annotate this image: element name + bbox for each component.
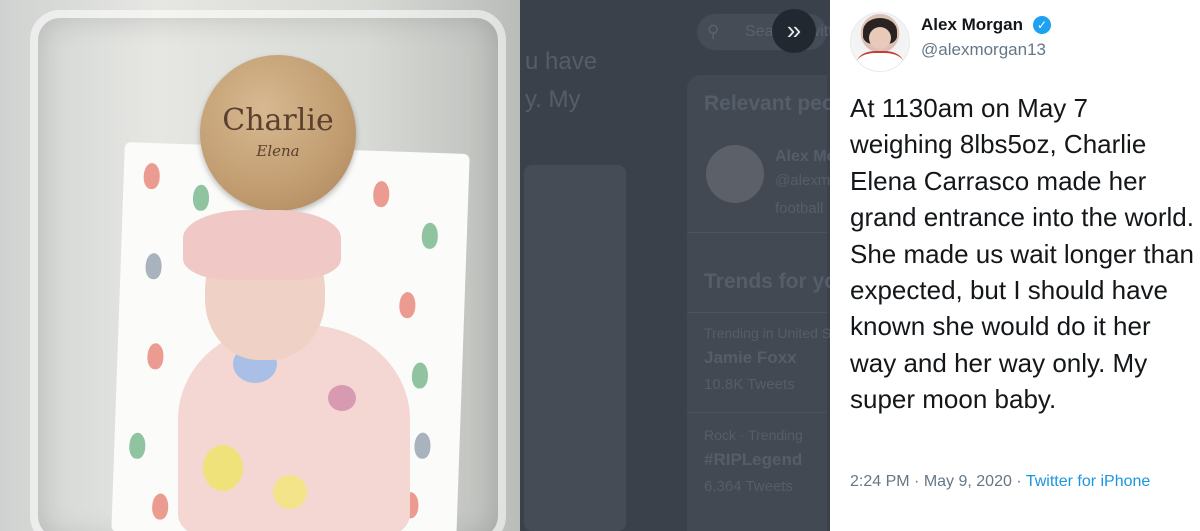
relevant-person-bio: football bbox=[775, 200, 824, 217]
baby-headband bbox=[183, 210, 341, 280]
trend-name: Jamie Foxx bbox=[704, 348, 797, 367]
background-tweet-text: y. My bbox=[525, 86, 581, 113]
tweet-text: At 1130am on May 7 weighing 8lbs5oz, Cha… bbox=[850, 93, 1194, 415]
background-tweet-text: u have bbox=[525, 48, 598, 75]
relevant-person-avatar bbox=[706, 145, 764, 203]
divider bbox=[687, 412, 827, 413]
divider bbox=[687, 312, 827, 313]
verified-badge-icon: ✓ bbox=[1033, 16, 1051, 34]
author-display-name[interactable]: Alex Morgan bbox=[921, 15, 1023, 35]
meta-separator: · bbox=[1011, 473, 1026, 490]
tweet-source-link[interactable]: Twitter for iPhone bbox=[1026, 473, 1151, 490]
meta-separator: · bbox=[909, 473, 924, 490]
background-sidebar-content: Relevant people Alex Morgan @alexmorgan1… bbox=[687, 0, 885, 531]
background-card bbox=[524, 165, 626, 531]
plaque-middle-name-text: Elena bbox=[256, 142, 300, 160]
expand-panel-button[interactable]: » bbox=[772, 9, 816, 53]
tweet-detail-panel: Alex Morgan ✓ @alexmorgan13 At 1130am on… bbox=[830, 0, 1200, 531]
tweet-date[interactable]: May 9, 2020 bbox=[924, 473, 1012, 490]
divider bbox=[687, 232, 827, 233]
name-plaque: Charlie Elena bbox=[200, 55, 356, 211]
plaque-name-text: Charlie bbox=[222, 103, 334, 138]
trend-count: 10.8K Tweets bbox=[704, 376, 795, 393]
trend-context: Rock · Trending bbox=[704, 427, 803, 443]
author-handle[interactable]: @alexmorgan13 bbox=[921, 40, 1046, 60]
chevron-double-right-icon: » bbox=[786, 15, 802, 45]
tweet-time[interactable]: 2:24 PM bbox=[850, 473, 910, 490]
trend-count: 6,364 Tweets bbox=[704, 478, 793, 495]
trend-name: #RIPLegend bbox=[704, 450, 803, 469]
tweet-metadata: 2:24 PM · May 9, 2020 · Twitter for iPho… bbox=[850, 473, 1150, 491]
tweet-photo[interactable]: Charlie Elena bbox=[0, 0, 520, 531]
trends-heading: Trends for you bbox=[704, 270, 850, 293]
avatar[interactable] bbox=[850, 12, 910, 72]
baby-swaddle bbox=[178, 325, 410, 531]
